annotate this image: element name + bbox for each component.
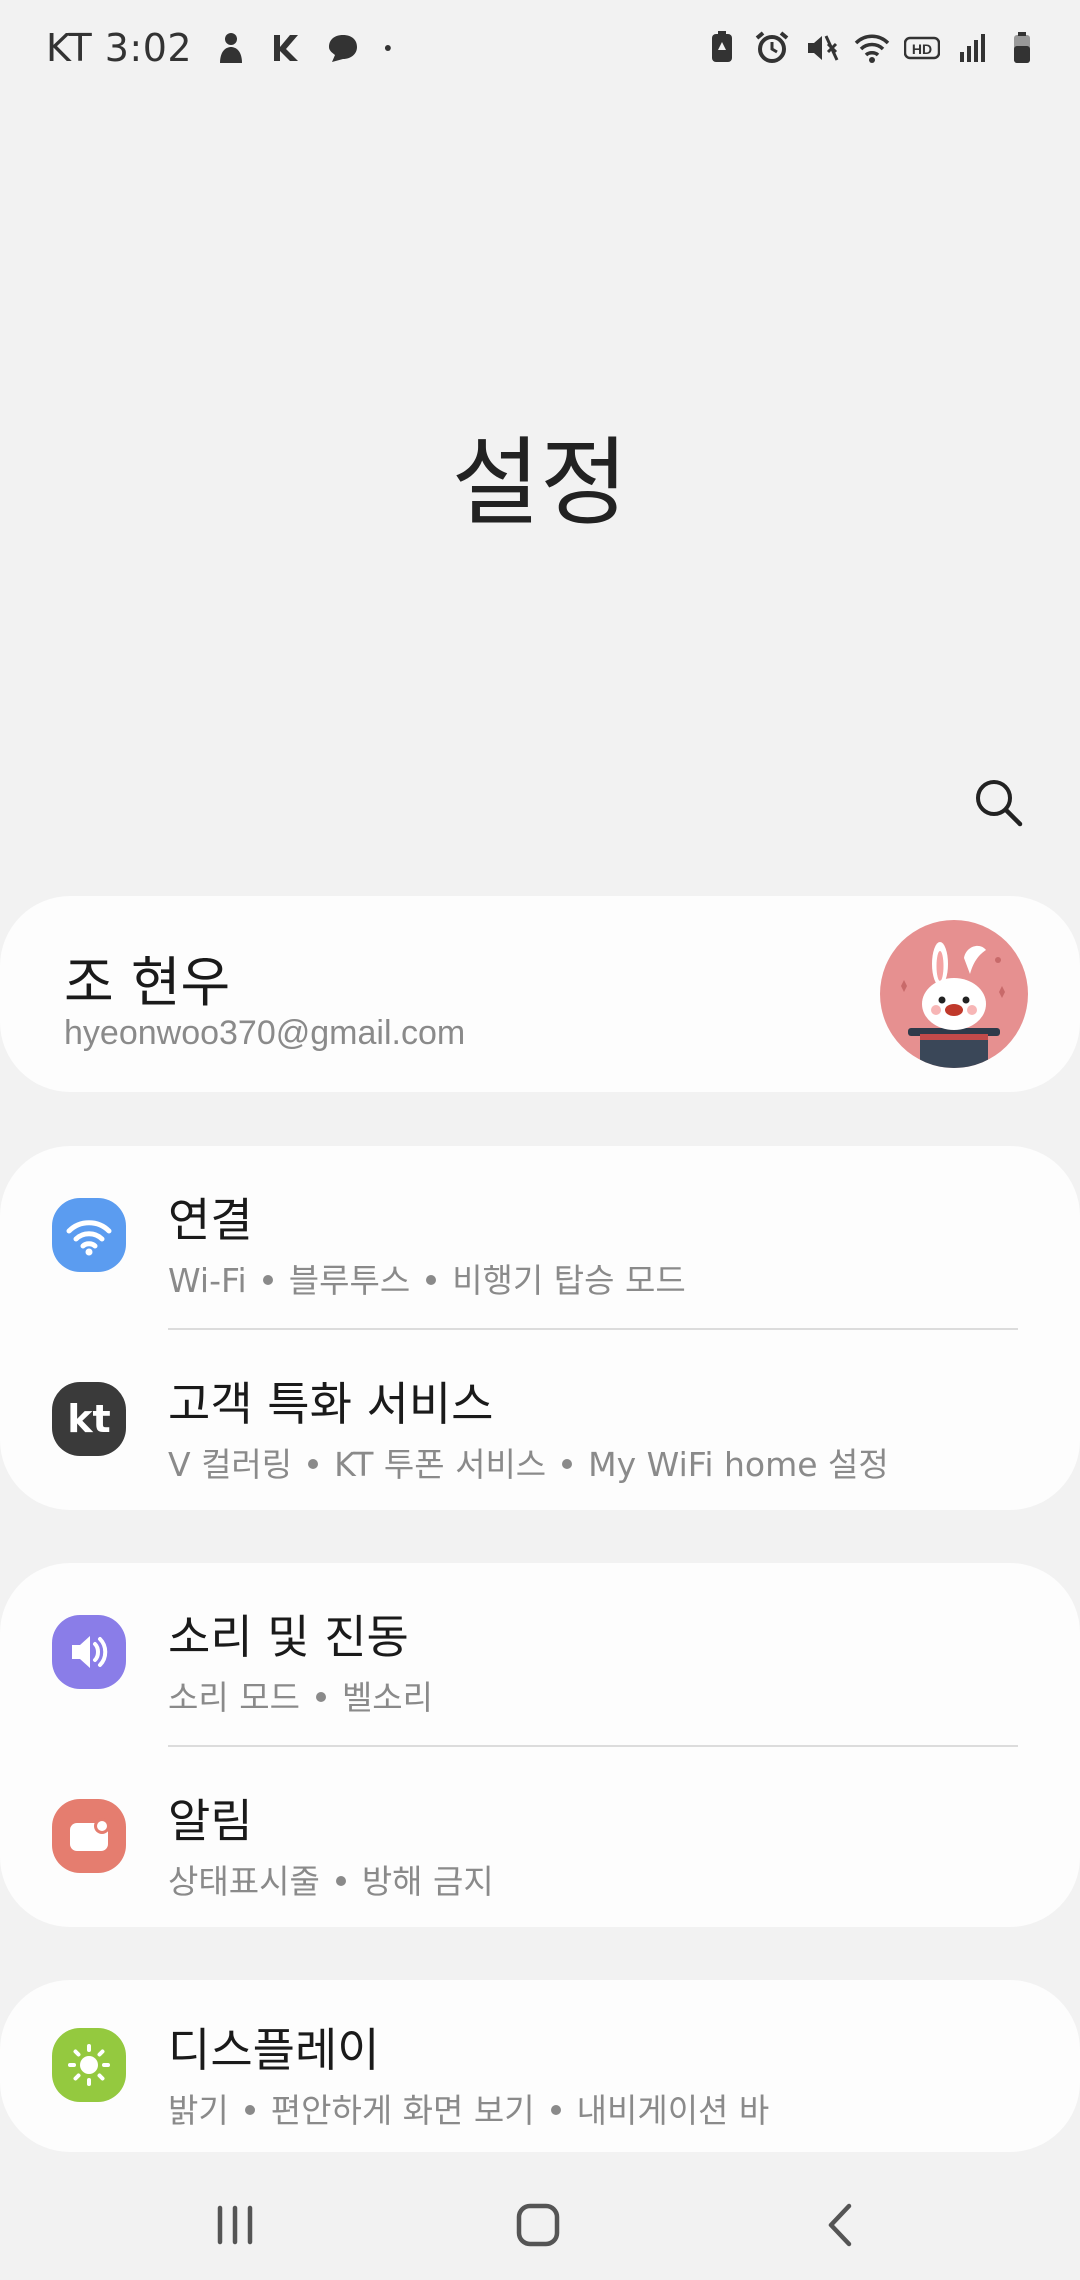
brightness-icon	[52, 2028, 126, 2102]
signal-icon	[960, 34, 985, 62]
subtitle-part: 밝기	[168, 2091, 229, 2130]
settings-item-subtitle: 소리 모드 벨소리	[168, 1671, 433, 1719]
status-bar-left: KT 3:02	[46, 26, 402, 70]
settings-item-subtitle: V 컬러링 KT 투폰 서비스 My WiFi home 설정	[168, 1438, 889, 1486]
subtitle-part: My WiFi home 설정	[588, 1445, 889, 1484]
person-icon	[220, 33, 243, 63]
settings-item-title: 디스플레이	[168, 2023, 380, 2077]
settings-item-display[interactable]: 디스플레이 밝기 편안하게 화면 보기 내비게이션 바	[0, 1976, 1080, 2156]
subtitle-part: 내비게이션 바	[576, 2091, 770, 2130]
wifi-icon	[854, 34, 890, 63]
separator-dot	[335, 1875, 346, 1886]
settings-item-customer-services[interactable]: kt 고객 특화 서비스 V 컬러링 KT 투폰 서비스 My WiFi home …	[0, 1330, 1080, 1510]
profile-name: 조 현우	[64, 951, 231, 1014]
speaker-icon	[52, 1615, 126, 1689]
separator-dot	[262, 1274, 273, 1285]
separator-dot	[426, 1274, 437, 1285]
settings-item-sound[interactable]: 소리 및 진동 소리 모드 벨소리	[0, 1563, 1080, 1743]
back-icon[interactable]	[806, 2190, 876, 2260]
settings-item-title: 알림	[168, 1794, 253, 1848]
profile-card[interactable]: 조 현우 hyeonwoo370@gmail.com	[0, 896, 1080, 1092]
mute-icon	[808, 35, 839, 61]
kt-call-icon	[274, 35, 299, 61]
settings-group-display: 디스플레이 밝기 편안하게 화면 보기 내비게이션 바	[0, 1980, 1080, 2152]
settings-item-subtitle: Wi-Fi 블루투스 비행기 탑승 모드	[168, 1254, 686, 1302]
kt-icon: kt	[52, 1382, 126, 1456]
subtitle-part: Wi-Fi	[168, 1261, 247, 1300]
svg-text:HD: HD	[912, 41, 932, 57]
subtitle-part: KT 투폰 서비스	[334, 1445, 547, 1484]
subtitle-part: 소리 모드	[168, 1678, 300, 1717]
recent-apps-icon[interactable]	[200, 2190, 270, 2260]
separator-dot	[562, 1458, 573, 1469]
status-bar: KT 3:02 HD	[0, 0, 1080, 110]
subtitle-part: 비행기 탑승 모드	[452, 1261, 686, 1300]
wifi-icon	[52, 1198, 126, 1272]
avatar[interactable]	[880, 920, 1028, 1068]
battery-saver-icon	[712, 31, 732, 62]
chat-bubble-icon	[329, 35, 358, 62]
subtitle-part: 블루투스	[288, 1261, 411, 1300]
svg-text:kt: kt	[67, 1397, 110, 1441]
subtitle-part: 벨소리	[341, 1678, 434, 1717]
notification-dot-icon	[385, 45, 391, 51]
search-icon[interactable]	[968, 772, 1028, 832]
hd-icon: HD	[904, 36, 940, 60]
home-icon[interactable]	[503, 2190, 573, 2260]
settings-item-subtitle: 밝기 편안하게 화면 보기 내비게이션 바	[168, 2084, 769, 2132]
subtitle-part: 상태표시줄	[168, 1862, 320, 1901]
navigation-bar	[0, 2160, 1080, 2280]
settings-item-connections[interactable]: 연결 Wi-Fi 블루투스 비행기 탑승 모드	[0, 1146, 1080, 1326]
settings-item-title: 고객 특화 서비스	[168, 1377, 494, 1431]
page-title: 설정	[451, 427, 629, 539]
notification-icon	[52, 1799, 126, 1873]
separator-dot	[308, 1458, 319, 1469]
rabbit-avatar-icon	[901, 942, 1005, 1068]
settings-group-connections: 연결 Wi-Fi 블루투스 비행기 탑승 모드 kt 고객 특화 서비스 V 컬러링…	[0, 1146, 1080, 1510]
settings-group-sound: 소리 및 진동 소리 모드 벨소리 알림 상태표시줄 방해 금지	[0, 1563, 1080, 1927]
carrier-time: KT 3:02	[46, 26, 193, 70]
subtitle-part: V 컬러링	[168, 1445, 293, 1484]
profile-email: hyeonwoo370@gmail.com	[64, 1014, 466, 1052]
separator-dot	[550, 2104, 561, 2115]
settings-item-notifications[interactable]: 알림 상태표시줄 방해 금지	[0, 1747, 1080, 1927]
status-bar-right: HD	[704, 30, 1040, 66]
subtitle-part: 편안하게 화면 보기	[270, 2091, 535, 2130]
subtitle-part: 방해 금지	[361, 1862, 494, 1901]
separator-dot	[244, 2104, 255, 2115]
settings-item-subtitle: 상태표시줄 방해 금지	[168, 1855, 494, 1903]
settings-item-title: 소리 및 진동	[168, 1610, 409, 1664]
alarm-icon	[755, 31, 789, 63]
separator-dot	[315, 1691, 326, 1702]
battery-icon	[1014, 32, 1030, 63]
settings-item-title: 연결	[168, 1193, 253, 1247]
